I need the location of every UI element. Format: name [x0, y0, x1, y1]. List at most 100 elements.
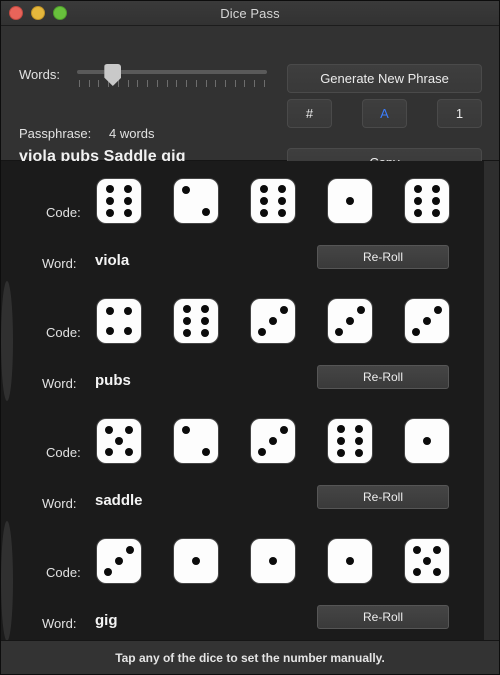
die-pip [432, 209, 441, 218]
code-label: Code: [46, 205, 81, 220]
alpha-toggle-button[interactable]: A [362, 99, 407, 128]
word-value: saddle [95, 492, 143, 509]
die-pip [181, 426, 190, 434]
word-label: Word: [42, 376, 77, 391]
die-pip [125, 546, 134, 554]
die-1[interactable] [328, 179, 372, 223]
slider-tick [205, 80, 207, 87]
reroll-button[interactable]: Re-Roll [317, 605, 449, 629]
dice-row: Code: Word: pubs Re-Roll [1, 281, 449, 401]
reroll-button[interactable]: Re-Roll [317, 365, 449, 389]
die-3[interactable] [328, 299, 372, 343]
die-3[interactable] [97, 539, 141, 583]
die-pip [182, 329, 191, 338]
die-pip [413, 184, 422, 193]
dice-strip [97, 419, 465, 467]
die-pip [124, 447, 133, 456]
die-1[interactable] [328, 539, 372, 583]
die-pip [413, 546, 422, 555]
maximize-button[interactable] [53, 6, 67, 20]
die-pip [278, 197, 287, 205]
die-3[interactable] [251, 299, 295, 343]
die-pip [124, 197, 133, 205]
slider-tick [225, 80, 227, 87]
die-pip [336, 437, 345, 445]
slider-tick [117, 80, 119, 87]
die-pip [432, 197, 441, 205]
die-2[interactable] [174, 179, 218, 223]
word-label: Word: [42, 256, 77, 271]
slider-tick [88, 80, 90, 87]
passphrase-word-count: 4 words [109, 126, 155, 141]
hash-toggle-label: # [305, 106, 314, 121]
reroll-button[interactable]: Re-Roll [317, 245, 449, 269]
die-1[interactable] [174, 539, 218, 583]
die-pip [413, 209, 422, 218]
slider-tick [244, 80, 246, 87]
reroll-button[interactable]: Re-Roll [317, 485, 449, 509]
hash-toggle-button[interactable]: # [287, 99, 332, 128]
number-toggle-label: 1 [455, 106, 464, 121]
slider-ticks [79, 80, 265, 87]
die-pip [258, 328, 267, 336]
die-pip [105, 327, 114, 336]
words-label: Words: [19, 67, 60, 82]
die-pip [115, 437, 123, 445]
word-label: Word: [42, 496, 77, 511]
die-pip [105, 426, 114, 435]
dice-rows-area: Code: Word: viola Re-Roll Code: Word: pubs Re-R… [1, 161, 499, 640]
die-pip [181, 186, 190, 194]
words-slider[interactable] [77, 62, 267, 90]
die-pip [124, 184, 133, 193]
die-4[interactable] [97, 299, 141, 343]
die-pip [104, 568, 113, 576]
die-pip [355, 449, 364, 458]
window-title: Dice Pass [220, 5, 280, 21]
status-hint: Tap any of the dice to set the number ma… [115, 650, 385, 665]
die-5[interactable] [97, 419, 141, 463]
die-6[interactable] [97, 179, 141, 223]
die-pip [259, 197, 268, 205]
controls-panel: Words: Passphrase: 4 words viola pubs Sa… [1, 26, 499, 177]
die-pip [124, 327, 133, 336]
slider-tick [147, 80, 149, 87]
slider-tick [254, 80, 256, 87]
die-pip [105, 184, 114, 193]
die-pip [412, 328, 421, 336]
die-pip [124, 209, 133, 218]
die-1[interactable] [251, 539, 295, 583]
die-pip [202, 208, 211, 216]
die-pip [356, 306, 365, 314]
die-3[interactable] [405, 299, 449, 343]
die-pip [182, 304, 191, 313]
title-bar: Dice Pass [1, 1, 499, 26]
die-6[interactable] [174, 299, 218, 343]
code-label: Code: [46, 325, 81, 340]
die-6[interactable] [328, 419, 372, 463]
die-2[interactable] [174, 419, 218, 463]
die-5[interactable] [405, 539, 449, 583]
generate-new-phrase-button[interactable]: Generate New Phrase [287, 64, 482, 93]
die-pip [105, 447, 114, 456]
word-value: viola [95, 252, 130, 269]
app-window: Dice Pass Words: Passphrase: 4 words vio… [0, 0, 500, 675]
die-pip [269, 317, 277, 325]
die-1[interactable] [405, 419, 449, 463]
slider-tick [79, 80, 80, 87]
die-pip [355, 424, 364, 433]
die-pip [259, 209, 268, 218]
close-button[interactable] [9, 6, 23, 20]
die-6[interactable] [405, 179, 449, 223]
minimize-button[interactable] [31, 6, 45, 20]
die-3[interactable] [251, 419, 295, 463]
die-pip [202, 448, 211, 456]
slider-tick [186, 80, 188, 87]
die-pip [432, 567, 441, 576]
die-6[interactable] [251, 179, 295, 223]
die-pip [278, 209, 287, 218]
die-pip [336, 424, 345, 433]
dice-rows-list: Code: Word: viola Re-Roll Code: Word: pubs Re-R… [1, 161, 484, 640]
dice-strip [97, 539, 465, 587]
number-toggle-button[interactable]: 1 [437, 99, 482, 128]
die-pip [346, 317, 354, 325]
